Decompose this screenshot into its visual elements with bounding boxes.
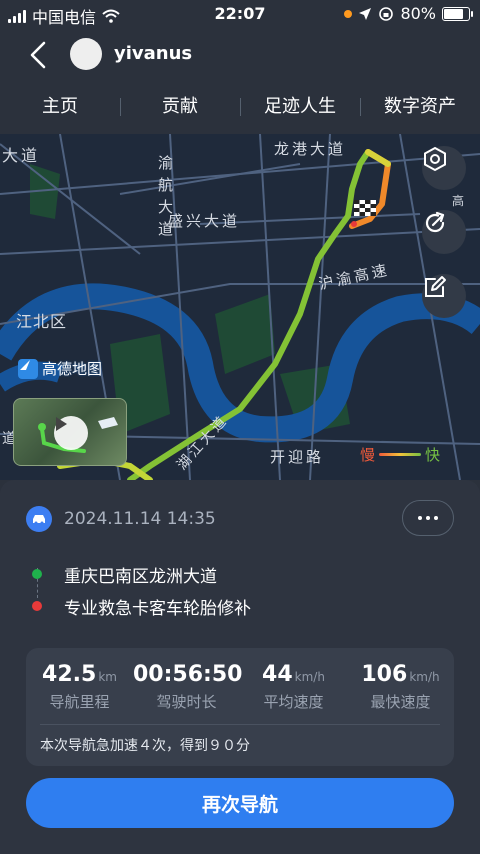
more-options-button[interactable]	[402, 500, 454, 536]
map-settings-button[interactable]	[422, 146, 466, 190]
end-dot-icon	[32, 601, 42, 611]
map-label-road1: 大道	[2, 146, 41, 165]
legend-slow-label: 慢	[360, 446, 376, 464]
stat-label: 导航里程	[49, 693, 110, 711]
stat-label: 驾驶时长	[156, 693, 217, 711]
stat-value: 42.5	[42, 662, 97, 687]
stat-value: 44	[262, 662, 293, 687]
stat-label: 平均速度	[263, 693, 324, 711]
trip-header-row: 2024.11.14 14:35	[26, 506, 216, 532]
map-edit-button[interactable]	[422, 274, 466, 318]
route-start: 重庆巴南区龙洲大道	[32, 558, 251, 590]
route-start-label: 重庆巴南区龙洲大道	[64, 566, 217, 587]
profile-header: yivanus	[0, 30, 480, 80]
stat-avg-speed: 44 km/h 平均速度	[240, 662, 347, 712]
battery-icon	[442, 6, 473, 21]
stat-unit: km/h	[294, 670, 325, 684]
status-bar: 中国电信 22:07 80%	[0, 0, 480, 28]
amap-logo-text: 高德地图	[42, 360, 103, 378]
chevron-left-icon	[30, 41, 46, 69]
stat-value: 00:56:50	[133, 662, 243, 687]
map-label-road10: 高	[452, 194, 468, 208]
stat-label: 最快速度	[370, 693, 431, 711]
speed-legend: 慢 快	[360, 444, 440, 465]
recording-dot-icon	[344, 9, 353, 18]
navigate-again-button[interactable]: 再次导航	[26, 778, 454, 828]
amap-logo: 高德地图	[18, 358, 102, 379]
tab-footprints[interactable]: 足迹人生	[240, 88, 360, 126]
tab-home[interactable]: 主页	[0, 88, 120, 126]
location-arrow-icon	[359, 7, 372, 20]
car-icon	[26, 506, 52, 532]
trip-stats-card: 42.5 km 导航里程 00:56:50 驾驶时长 44 km/h 平均速度 10…	[26, 648, 454, 766]
legend-gradient-bar	[379, 453, 422, 456]
map-label-road7: 开迎路	[270, 448, 325, 466]
legend-fast-label: 快	[425, 446, 441, 464]
trip-detail-sheet: 2024.11.14 14:35 重庆巴南区龙洲大道 专业救急卡客车轮胎修补 4…	[0, 480, 480, 854]
map-label-road4: 龙港大道	[274, 140, 347, 158]
map-label-road6: 江北区	[16, 312, 68, 331]
route-stops: 重庆巴南区龙洲大道 专业救急卡客车轮胎修补	[32, 558, 251, 622]
status-right: 80%	[344, 4, 473, 23]
avatar[interactable]	[70, 38, 102, 70]
amap-logo-icon	[18, 358, 38, 379]
stats-divider	[40, 724, 440, 725]
map-share-button[interactable]	[422, 210, 466, 254]
route-end-label: 专业救急卡客车轮胎修补	[64, 598, 251, 619]
stat-value: 106	[361, 662, 408, 687]
battery-percent: 80%	[400, 4, 436, 23]
stat-max-speed: 106 km/h 最快速度	[347, 662, 454, 712]
stat-duration: 00:56:50 驾驶时长	[133, 662, 243, 712]
rotation-lock-icon	[379, 6, 394, 21]
stat-unit: km	[98, 670, 117, 684]
trip-date: 2024.11.14 14:35	[64, 509, 216, 529]
route-end: 专业救急卡客车轮胎修补	[32, 590, 251, 622]
map-label-road3: 盛兴大道	[168, 212, 241, 230]
tab-digital-assets[interactable]: 数字资产	[360, 88, 480, 126]
trip-map[interactable]: 大道 渝航大道 盛兴大道 龙港大道 沪渝高速 江北区 开迎路 湖江大道 道 高 …	[0, 134, 480, 480]
tab-contribution[interactable]: 贡献	[120, 88, 240, 126]
trip-summary: 本次导航急加速４次，得到９０分	[40, 738, 250, 754]
username: yivanus	[114, 43, 193, 64]
hexagon-settings-icon	[424, 146, 446, 172]
more-dot-icon	[434, 516, 438, 520]
stat-unit: km/h	[409, 670, 440, 684]
play-button[interactable]	[54, 416, 88, 450]
share-icon	[425, 211, 445, 233]
edit-icon	[425, 276, 446, 297]
more-dot-icon	[426, 516, 430, 520]
start-dot-icon	[32, 569, 42, 579]
more-dot-icon	[418, 516, 422, 520]
play-icon	[56, 417, 67, 431]
back-button[interactable]	[24, 38, 54, 72]
trip-replay-thumbnail[interactable]	[13, 398, 127, 466]
stat-distance: 42.5 km 导航里程	[26, 662, 133, 712]
profile-tabs: 主页 贡献 足迹人生 数字资产	[0, 88, 480, 126]
